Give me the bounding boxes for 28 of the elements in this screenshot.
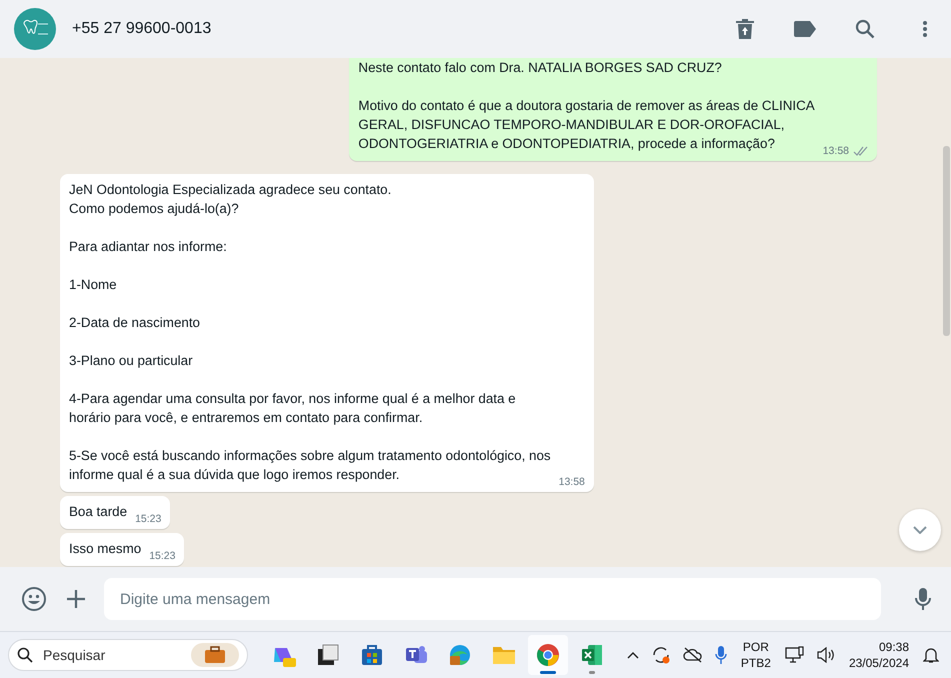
store-icon: [360, 643, 384, 667]
search-field[interactable]: Pesquisar: [8, 639, 248, 671]
message-time: 13:58: [822, 145, 849, 157]
message-text: Neste contato falo com Dra. NATALIA BORGES SAD CRUZ? Motivo do contato é que a doutora gostaria de remover as áreas de CLINICA GERAL, DISFUNCAO TEMPORO-MANDIBULAR E DOR-OROFACIAL, ODONTOGERIATRIA e ODONTOPEDIATRIA, procede a informação?: [358, 59, 815, 153]
taskbar-clock[interactable]: 09:38 23/05/2024: [842, 639, 915, 671]
windows-icon: [316, 643, 340, 667]
message-input[interactable]: Digite uma mensagem: [104, 578, 881, 620]
emoji-icon[interactable]: [20, 585, 48, 613]
keyboard-language[interactable]: POR PTB2: [734, 639, 777, 671]
search-icon: [17, 647, 33, 663]
message-time: 13:58: [558, 476, 585, 488]
message-time: 15:23: [149, 550, 176, 562]
edge-icon: [448, 643, 472, 667]
message-text: Isso mesmo: [69, 540, 142, 558]
taskbar-app[interactable]: [528, 635, 568, 675]
search-icon[interactable]: [853, 17, 877, 41]
message-text: Boa tarde: [69, 503, 128, 521]
message-text: JeN Odontologia Especializada agradece seu contato. Como podemos ajudá-lo(a)? Para adiantar nos informe: 1-Nome 2-Data de nascimento 3-Plano ou particular 4-Para agendar uma consulta por favor, nos informe qual é a melhor data e horário para você, e entraremos em contato para confirmar. 5-Se você está buscando informações sobre algum tratamento odontológico, nos informe qual é a sua dúvida que logo iremos responder.: [69, 181, 551, 484]
message-time: 15:23: [135, 513, 162, 525]
chevron-down-icon: [913, 526, 927, 534]
chrome-icon: [536, 643, 560, 667]
search-input[interactable]: Pesquisar: [41, 646, 183, 664]
trash-icon[interactable]: [733, 17, 757, 41]
scrollbar-thumb[interactable]: [943, 146, 950, 336]
contact-name: +55 27 99600-0013: [72, 20, 212, 38]
excel-icon: [580, 643, 604, 667]
briefcase-icon: [191, 643, 239, 667]
contact-avatar[interactable]: [14, 8, 56, 50]
